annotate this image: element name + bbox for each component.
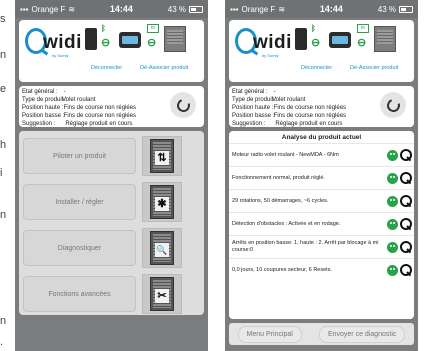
refresh-button[interactable] bbox=[380, 92, 406, 118]
analysis-row: Moteur radio volet roulant - NewMDA - 6N… bbox=[229, 143, 414, 166]
status-ok-icon bbox=[387, 172, 398, 184]
battery-icon bbox=[189, 5, 203, 13]
analysis-row: 29 rotations, 50 démarrages, ~6 cycles. bbox=[229, 189, 414, 212]
app-logo: widi by Somfy bbox=[235, 26, 293, 58]
analysis-row: Fonctionnement normal, produit réglé. bbox=[229, 166, 414, 189]
status-bar: ▪▪▪ Orange F ≋ 14:44 43 % bbox=[225, 0, 418, 18]
status-ok-icon bbox=[387, 264, 398, 276]
wifi-icon: ≋ bbox=[278, 4, 286, 14]
battery-label: 43 % bbox=[377, 4, 396, 14]
disconnect-link[interactable]: Déconnecter bbox=[301, 65, 332, 71]
dissociate-link[interactable]: Dé-Associer produit bbox=[140, 65, 188, 71]
brand-name: widi bbox=[253, 32, 292, 53]
signal-icon: ▪▪▪ bbox=[230, 4, 239, 14]
side-letter: . bbox=[0, 336, 4, 348]
roller-shutter-icon bbox=[374, 26, 396, 52]
phone-screen-main-menu: ▪▪▪ Orange F ≋ 14:44 43 % widi by Somfy ᛒ … bbox=[15, 0, 208, 351]
status-ok-icon bbox=[387, 218, 398, 230]
menu-button[interactable]: Diagnostiquer bbox=[23, 230, 136, 266]
search-icon[interactable] bbox=[400, 195, 412, 207]
menu-button[interactable]: Installer / régler bbox=[23, 184, 136, 220]
battery-icon bbox=[399, 5, 413, 13]
side-letter: n bbox=[0, 209, 7, 221]
shutter-updown-icon: ⇅ bbox=[150, 139, 174, 173]
header: widi by Somfy ᛒ ⊖ ⊖ io Déconnecter Dé-As… bbox=[19, 20, 204, 82]
widi-module-icon bbox=[119, 32, 141, 48]
status-row: Suggestion : Réglage produit en cours bbox=[22, 121, 133, 127]
analysis-row: Arrêts en position basse: 1, haute : 2. … bbox=[229, 235, 414, 258]
footer-bar: Menu Principal Envoyer ce diagnostic bbox=[229, 323, 414, 345]
refresh-icon bbox=[384, 96, 402, 114]
clock: 14:44 bbox=[109, 4, 133, 14]
side-letter: n bbox=[0, 49, 7, 61]
search-icon[interactable] bbox=[400, 218, 412, 230]
menu-button[interactable]: Fonctions avancées bbox=[23, 276, 136, 312]
link-icon: ⊖ bbox=[311, 37, 321, 49]
link-icon: ⊖ bbox=[147, 37, 157, 49]
product-status-panel: Etat général : - Type de produit : Volet … bbox=[229, 86, 414, 127]
phone-screen-diagnostic: ▪▪▪ Orange F ≋ 14:44 43 % widi by Somfy ᛒ … bbox=[225, 0, 418, 351]
roller-shutter-icon bbox=[164, 26, 186, 52]
wifi-icon: ≋ bbox=[68, 4, 76, 14]
main-menu-button[interactable]: Menu Principal bbox=[237, 325, 302, 343]
side-letter: i bbox=[0, 167, 3, 179]
bluetooth-icon: ᛒ bbox=[101, 24, 106, 33]
search-icon[interactable] bbox=[400, 264, 412, 276]
analysis-panel: Analyse du produit actuel Moteur radio v… bbox=[229, 131, 414, 319]
analysis-row: 0,0 jours, 10 coupures secteur, 6 Resets… bbox=[229, 258, 414, 281]
link-icon: ⊖ bbox=[357, 37, 367, 49]
brand-name: widi bbox=[43, 32, 82, 53]
status-ok-icon bbox=[387, 149, 398, 161]
search-icon[interactable] bbox=[400, 172, 412, 184]
side-letter: s bbox=[0, 13, 6, 25]
status-row: Suggestion : Réglage produit en cours bbox=[232, 121, 343, 127]
refresh-icon bbox=[174, 96, 192, 114]
status-ok-icon bbox=[387, 241, 398, 253]
carrier-label: Orange F bbox=[31, 4, 66, 14]
widi-module-icon bbox=[329, 32, 351, 48]
main-menu: Piloter un produit ⇅ Installer / régler … bbox=[19, 131, 204, 315]
send-diagnostic-button[interactable]: Envoyer ce diagnostic bbox=[318, 325, 406, 343]
menu-item-installer[interactable]: Installer / régler ✱ bbox=[23, 181, 200, 223]
status-bar: ▪▪▪ Orange F ≋ 14:44 43 % bbox=[15, 0, 208, 18]
signal-icon: ▪▪▪ bbox=[20, 4, 29, 14]
side-letter: h bbox=[0, 139, 7, 151]
carrier-label: Orange F bbox=[241, 4, 276, 14]
menu-button[interactable]: Piloter un produit bbox=[23, 138, 136, 174]
status-ok-icon bbox=[387, 195, 398, 207]
menu-item-diagnostiquer[interactable]: Diagnostiquer 🔍 bbox=[23, 227, 200, 269]
brand-sub: by Somfy bbox=[262, 53, 279, 58]
refresh-button[interactable] bbox=[170, 92, 196, 118]
side-letter: e bbox=[0, 83, 7, 95]
battery-label: 43 % bbox=[167, 4, 186, 14]
brand-sub: by Somfy bbox=[52, 53, 69, 58]
smartphone-icon bbox=[85, 28, 97, 50]
analysis-title: Analyse du produit actuel bbox=[281, 134, 362, 141]
header: widi by Somfy ᛒ ⊖ ⊖ io Déconnecter Dé-As… bbox=[229, 20, 414, 82]
shutter-gear-icon: ✱ bbox=[150, 185, 174, 219]
search-icon[interactable] bbox=[400, 149, 412, 161]
menu-item-fonctions[interactable]: Fonctions avancées ✂ bbox=[23, 273, 200, 315]
bluetooth-icon: ᛒ bbox=[311, 24, 316, 33]
analysis-row: Détection d'obstacles : Activée et en ro… bbox=[229, 212, 414, 235]
product-status-panel: Etat général : - Type de produit : Volet … bbox=[19, 86, 204, 127]
side-letter: n bbox=[0, 315, 7, 327]
shutter-magnifier-icon: 🔍 bbox=[150, 231, 174, 265]
search-icon[interactable] bbox=[400, 241, 412, 253]
menu-item-piloter[interactable]: Piloter un produit ⇅ bbox=[23, 135, 200, 177]
clock: 14:44 bbox=[319, 4, 343, 14]
io-badge-icon: io bbox=[357, 24, 369, 33]
shutter-tools-icon: ✂ bbox=[150, 277, 174, 311]
link-icon: ⊖ bbox=[101, 37, 111, 49]
io-badge-icon: io bbox=[147, 24, 159, 33]
disconnect-link[interactable]: Déconnecter bbox=[91, 65, 122, 71]
smartphone-icon bbox=[295, 28, 307, 50]
app-logo: widi by Somfy bbox=[25, 26, 83, 58]
dissociate-link[interactable]: Dé-Associer produit bbox=[350, 65, 398, 71]
